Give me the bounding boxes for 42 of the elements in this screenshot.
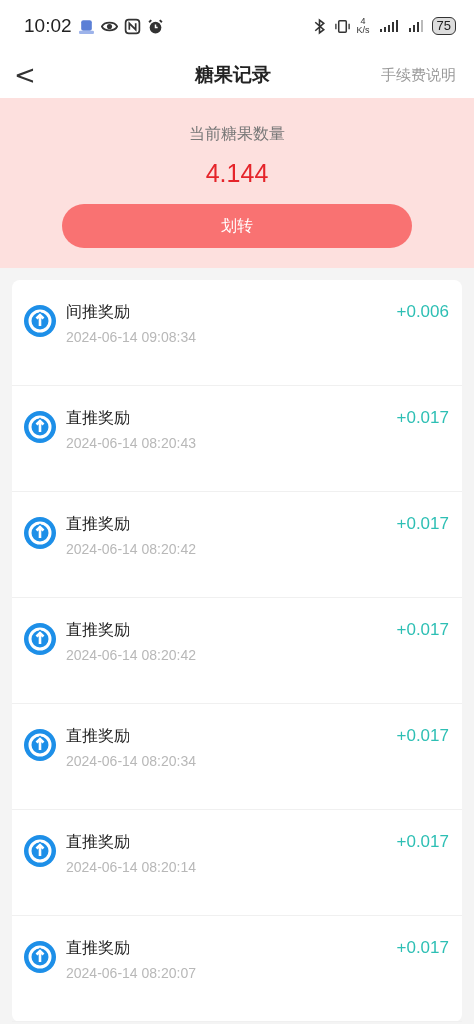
vibrate-icon	[333, 17, 351, 35]
record-amount: +0.017	[396, 620, 449, 640]
record-time: 2024-06-14 08:20:14	[66, 859, 197, 875]
upload-circle-icon	[24, 517, 56, 549]
record-time: 2024-06-14 08:20:07	[66, 965, 197, 981]
record-amount: +0.017	[396, 408, 449, 428]
network-speed-unit: K/s	[356, 26, 370, 35]
record-title: 直推奖励	[66, 620, 131, 641]
upload-circle-icon	[24, 729, 56, 761]
upload-circle-icon	[24, 411, 56, 443]
balance-amount: 4.144	[205, 159, 269, 188]
fee-info-link[interactable]: 手续费说明	[356, 65, 456, 85]
upload-circle-icon	[24, 623, 56, 655]
record-title: 直推奖励	[66, 832, 131, 853]
record-amount: +0.006	[396, 302, 449, 322]
record-title: 直推奖励	[66, 514, 131, 535]
upload-circle-icon	[24, 835, 56, 867]
record-amount: +0.017	[396, 726, 449, 746]
back-button[interactable]: <	[10, 60, 110, 90]
record-title: 直推奖励	[66, 726, 131, 747]
signal-icon	[407, 19, 426, 33]
record-amount: +0.017	[396, 514, 449, 534]
record-time: 2024-06-14 08:20:34	[66, 753, 197, 769]
record-time: 2024-06-14 08:20:42	[66, 541, 197, 557]
upload-circle-icon	[24, 941, 56, 973]
record-time: 2024-06-14 09:08:34	[66, 329, 197, 345]
record-amount: +0.017	[396, 938, 449, 958]
page-title: 糖果记录	[195, 62, 271, 87]
network-speed-value: 4	[360, 17, 366, 26]
record-amount: +0.017	[396, 832, 449, 852]
nfc-icon	[123, 17, 141, 35]
transfer-button[interactable]: 划转	[62, 204, 412, 248]
alarm-icon	[146, 17, 164, 35]
upload-circle-icon	[24, 305, 56, 337]
record-time: 2024-06-14 08:20:43	[66, 435, 197, 451]
record-title: 直推奖励	[66, 938, 131, 959]
record-title: 直推奖励	[66, 408, 131, 429]
record-title: 间推奖励	[66, 302, 131, 323]
clock: 10:02	[24, 15, 72, 37]
battery-indicator: 75	[431, 17, 456, 35]
record-time: 2024-06-14 08:20:42	[66, 647, 197, 663]
balance-label: 当前糖果数量	[189, 124, 285, 145]
